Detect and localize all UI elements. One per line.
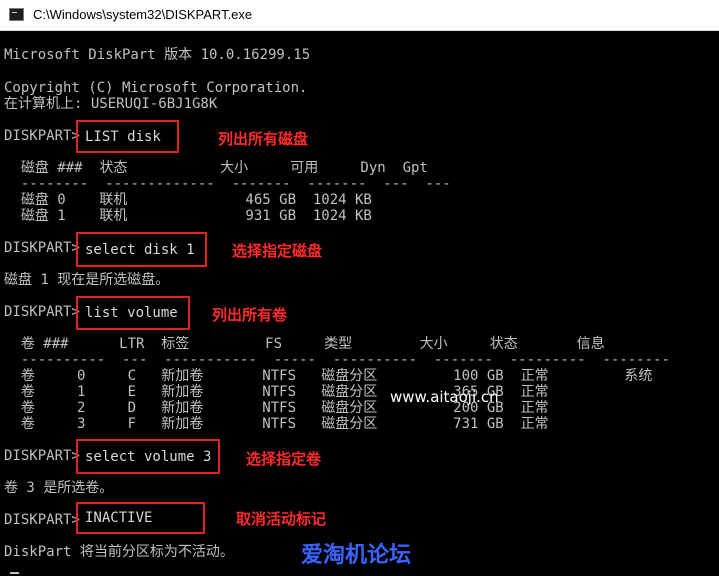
disk-table-header: 磁盘 ### 状态 大小 可用 Dyn Gpt: [4, 160, 428, 176]
console-prompt: DISKPART>: [4, 128, 80, 144]
window-titlebar[interactable]: C:\Windows\system32\DISKPART.exe: [0, 0, 719, 31]
command-text: select volume 3: [85, 448, 212, 465]
volume-table-row: 卷 0 C 新加卷 NTFS 磁盘分区 100 GB 正常 系统: [4, 368, 653, 384]
command-text: INACTIVE: [85, 510, 153, 526]
console-line: Copyright (C) Microsoft Corporation.: [4, 80, 308, 96]
cmd-icon: [9, 8, 24, 21]
annotation-select-volume: 选择指定卷: [246, 450, 322, 468]
console-line: 在计算机上: USERUQI-6BJ1G8K: [4, 96, 218, 112]
text-cursor: [10, 572, 19, 574]
volume-table-header: 卷 ### LTR 标签 FS 类型 大小 状态 信息: [4, 336, 605, 352]
console-prompt: DISKPART>: [4, 512, 80, 528]
console-prompt: DISKPART>: [4, 304, 80, 320]
window-title: C:\Windows\system32\DISKPART.exe: [33, 7, 253, 22]
console-prompt: DISKPART>: [4, 448, 80, 464]
command-box-inactive: INACTIVE: [76, 502, 205, 534]
command-text: select disk 1: [85, 241, 195, 258]
command-box-select-volume: select volume 3: [76, 439, 220, 474]
annotation-list-volume: 列出所有卷: [212, 306, 288, 324]
volume-table-row: 卷 3 F 新加卷 NTFS 磁盘分区 731 GB 正常: [4, 416, 549, 432]
volume-table-divider: ---------- --- ----------- ----- -------…: [4, 352, 670, 368]
annotation-list-disk: 列出所有磁盘: [218, 130, 309, 148]
console-prompt: DISKPART>: [4, 240, 80, 256]
console-line: Microsoft DiskPart 版本 10.0.16299.15: [4, 47, 311, 63]
disk-table-divider: -------- ------------- ------- ------- -…: [4, 176, 451, 192]
command-box-list-volume: list volume: [76, 296, 190, 330]
command-box-select-disk: select disk 1: [76, 232, 207, 267]
console-line: DiskPart 将当前分区标为不活动。: [4, 544, 234, 560]
console-area[interactable]: Microsoft DiskPart 版本 10.0.16299.15 Copy…: [0, 31, 719, 576]
annotation-inactive: 取消活动标记: [236, 510, 327, 528]
url-watermark: www.aitaoji.cn: [390, 388, 499, 406]
command-box-list-disk: LIST disk: [76, 120, 179, 153]
console-line: 磁盘 1 现在是所选磁盘。: [4, 272, 170, 288]
disk-table-row: 磁盘 0 联机 465 GB 1024 KB: [4, 192, 372, 208]
command-text: list volume: [85, 305, 178, 321]
annotation-select-disk: 选择指定磁盘: [232, 242, 323, 260]
disk-table-row: 磁盘 1 联机 931 GB 1024 KB: [4, 208, 372, 224]
site-watermark: 爱淘机论坛: [301, 543, 412, 568]
command-text: LIST disk: [85, 128, 161, 145]
console-line: 卷 3 是所选卷。: [4, 480, 114, 496]
